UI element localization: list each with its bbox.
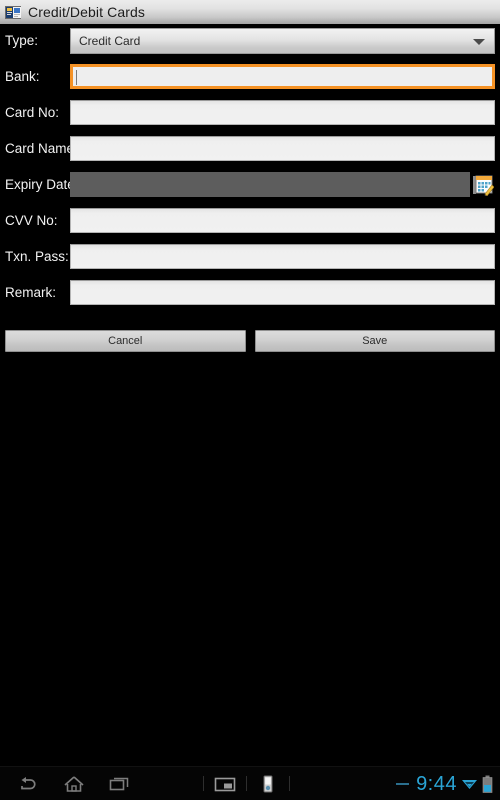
- cancel-button[interactable]: Cancel: [5, 330, 246, 352]
- cvv-no-input[interactable]: [70, 208, 495, 233]
- screen-capture-icon[interactable]: [214, 773, 236, 795]
- battery-icon[interactable]: [482, 775, 493, 793]
- card-no-input[interactable]: [70, 100, 495, 125]
- window-title-bar: Credit/Debit Cards: [0, 0, 500, 26]
- card-name-input[interactable]: [70, 136, 495, 161]
- label-type: Type:: [5, 32, 39, 48]
- chevron-down-icon: [473, 38, 485, 45]
- form-row-cvv-no: CVV No:: [0, 208, 500, 233]
- status-clock[interactable]: 9:44: [416, 773, 457, 795]
- label-bank: Bank:: [5, 68, 40, 84]
- system-navigation-bar: 9:44: [0, 766, 500, 800]
- app-window: Credit/Debit Cards Type: Credit Card Ban…: [0, 0, 500, 800]
- remark-input[interactable]: [70, 280, 495, 305]
- form-row-card-name: Card Name:: [0, 136, 500, 161]
- save-button[interactable]: Save: [254, 330, 495, 352]
- text-caret: [76, 70, 77, 85]
- form-actions: Cancel Save: [0, 330, 500, 352]
- recent-apps-icon[interactable]: [109, 773, 131, 795]
- label-expiry-date: Expiry Date:: [5, 176, 79, 192]
- nav-buttons-group: [0, 773, 131, 795]
- nav-divider-right: [289, 776, 290, 791]
- label-txn-pass: Txn. Pass:: [5, 248, 69, 264]
- form-row-expiry-date: Expiry Date:: [0, 172, 500, 197]
- type-dropdown[interactable]: Credit Card: [70, 27, 495, 54]
- status-area: 9:44: [396, 773, 500, 795]
- label-card-no: Card No:: [5, 104, 60, 120]
- form-row-remark: Remark:: [0, 280, 500, 305]
- form-row-txn-pass: Txn. Pass:: [0, 244, 500, 269]
- expiry-date-input[interactable]: [70, 172, 470, 197]
- nav-extra-group: [203, 773, 290, 795]
- form-row-type: Type: Credit Card: [0, 27, 500, 54]
- nav-divider-left: [203, 776, 204, 791]
- device-icon[interactable]: [257, 773, 279, 795]
- cards-window-icon: [5, 5, 22, 20]
- label-card-name: Card Name:: [5, 140, 78, 156]
- status-dash-icon: [396, 782, 410, 785]
- label-cvv-no: CVV No:: [5, 212, 58, 228]
- calendar-picker-icon[interactable]: [472, 174, 495, 196]
- txn-pass-input[interactable]: [70, 244, 495, 269]
- nav-divider-middle: [246, 776, 247, 791]
- card-form: Type: Credit Card Bank: Card No: Card Na…: [0, 27, 500, 316]
- home-icon[interactable]: [63, 773, 85, 795]
- window-title-text: Credit/Debit Cards: [28, 4, 145, 20]
- bank-input[interactable]: [70, 64, 495, 89]
- back-arrow-icon[interactable]: [17, 773, 39, 795]
- form-row-bank: Bank:: [0, 64, 500, 89]
- form-row-card-no: Card No:: [0, 100, 500, 125]
- label-remark: Remark:: [5, 284, 57, 300]
- wifi-icon[interactable]: [461, 775, 478, 792]
- type-dropdown-value: Credit Card: [79, 33, 141, 48]
